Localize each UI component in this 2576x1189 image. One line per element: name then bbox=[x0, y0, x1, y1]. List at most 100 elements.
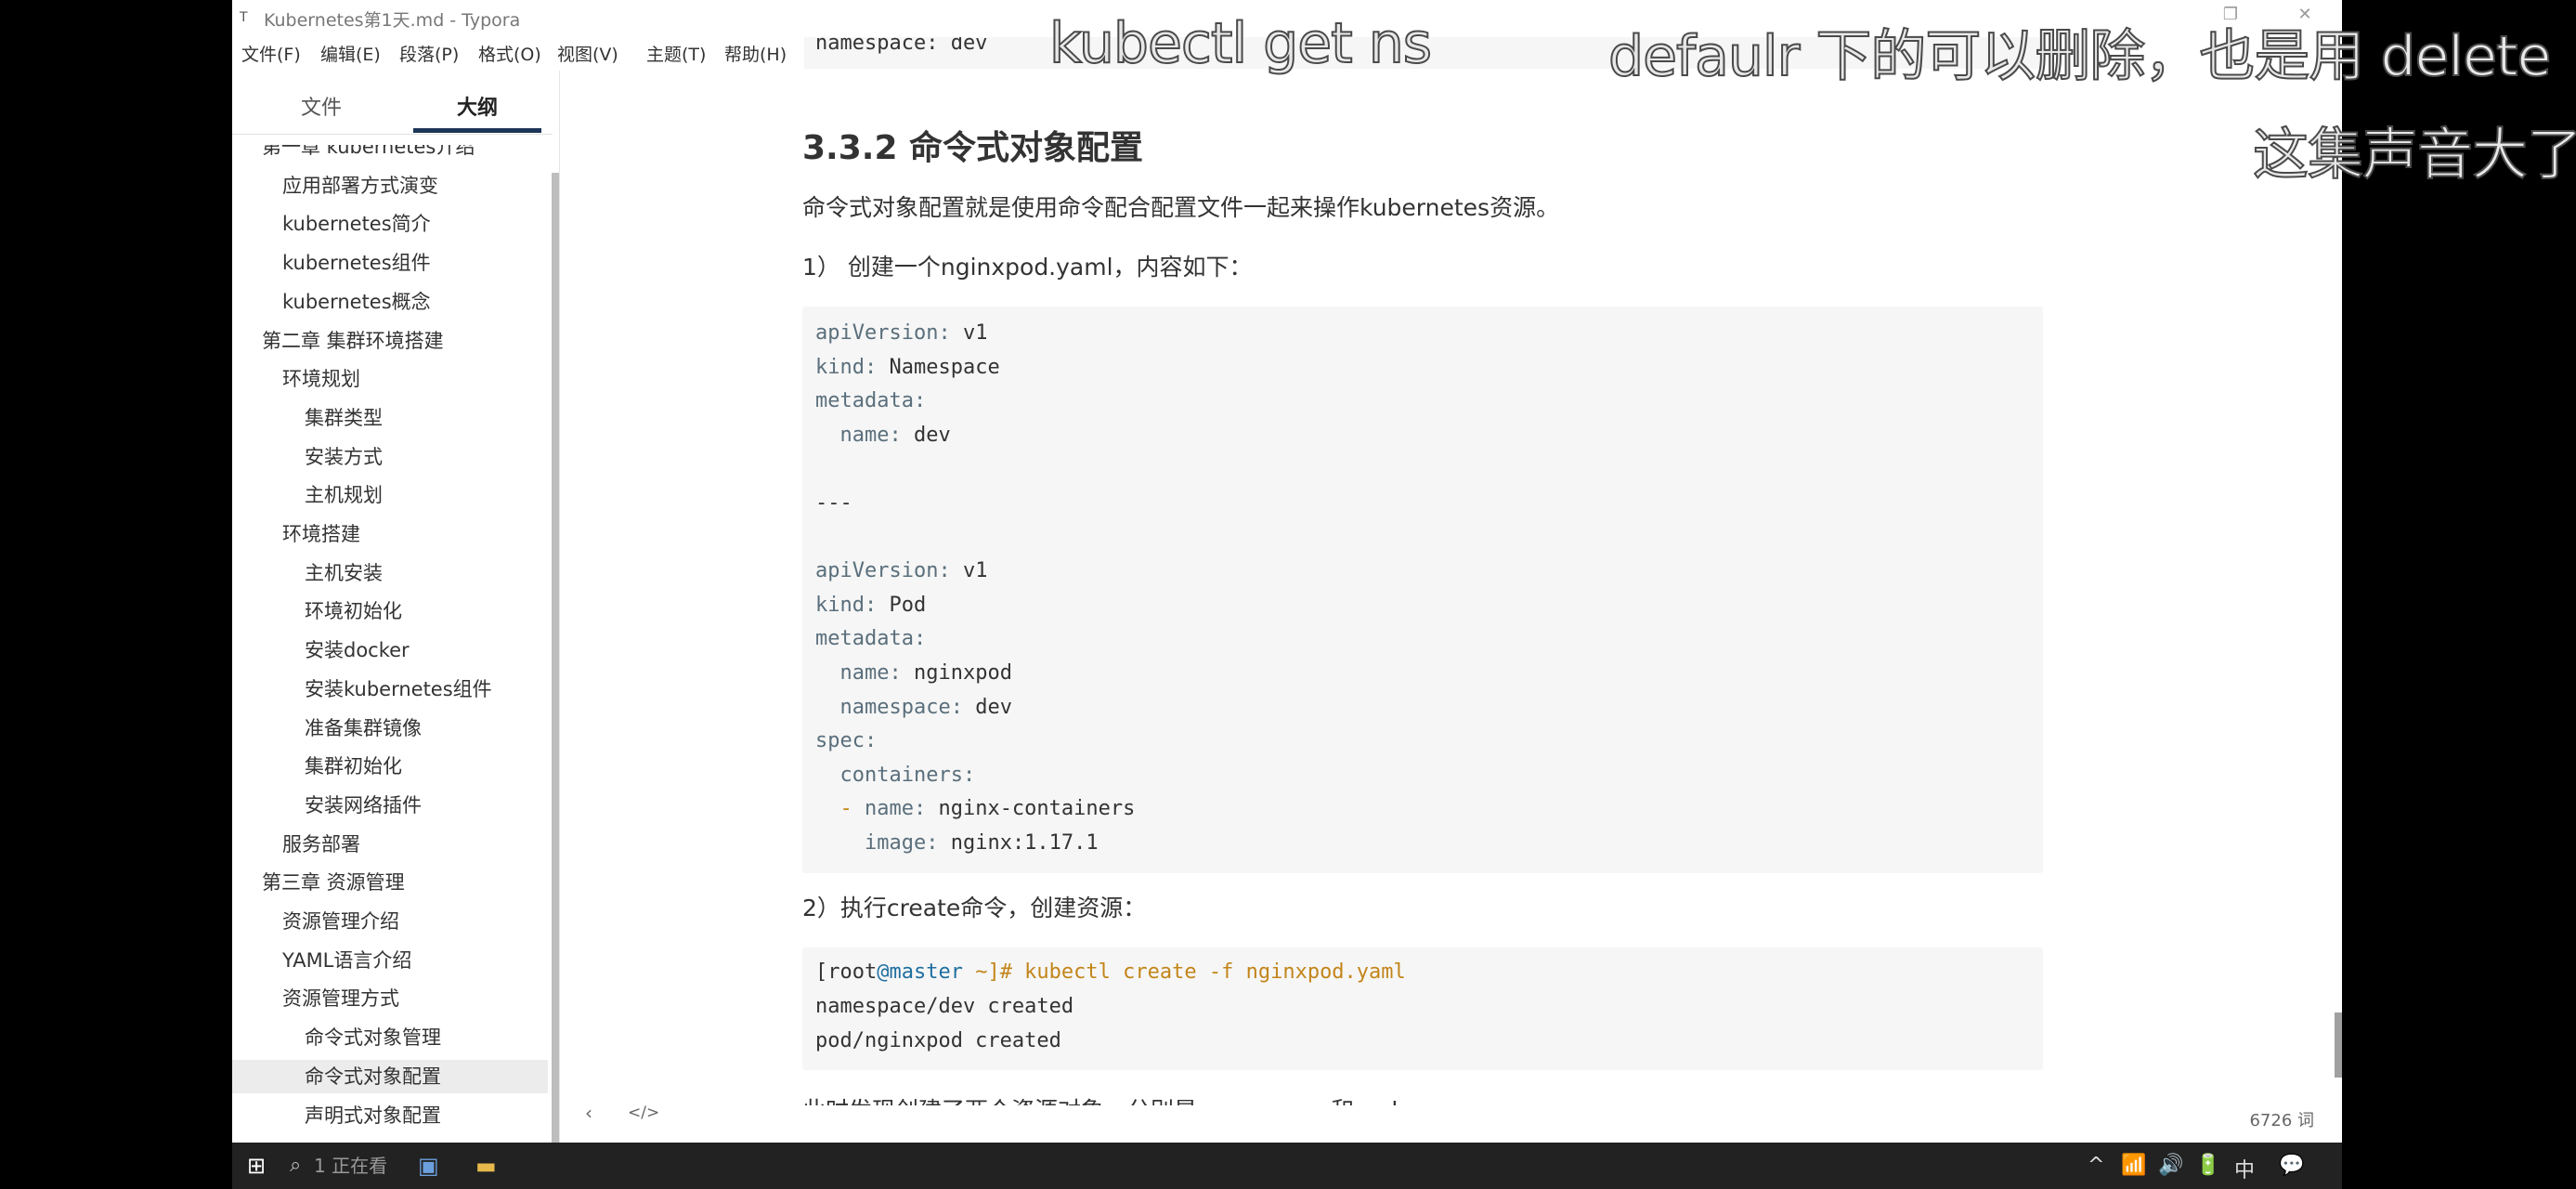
word-count[interactable]: 6726 词 bbox=[2249, 1107, 2314, 1131]
tab-files[interactable]: 文件 bbox=[301, 91, 342, 121]
outline-item[interactable]: 环境规划 bbox=[232, 362, 548, 396]
tray-expand-icon[interactable]: ^ bbox=[2088, 1154, 2104, 1177]
code-line: metadata: bbox=[815, 389, 926, 412]
prompt-user: [root bbox=[815, 960, 878, 984]
notification-icon[interactable]: 💬 bbox=[2279, 1154, 2304, 1177]
outline-item[interactable]: 环境初始化 bbox=[232, 594, 548, 628]
yaml-value: Namespace bbox=[877, 355, 1000, 379]
section-heading: 3.3.2 命令式对象配置 bbox=[802, 129, 1144, 167]
yaml-colon: : bbox=[864, 593, 878, 617]
yaml-code-block[interactable]: apiVersion: v1 kind: Namespace metadata: n… bbox=[802, 307, 2043, 873]
code-line: kind: Namespace bbox=[815, 356, 1000, 379]
outline-item[interactable]: 集群类型 bbox=[232, 401, 548, 435]
outline-item[interactable]: 安装网络插件 bbox=[232, 789, 548, 822]
intro-paragraph: 命令式对象配置就是使用命令配合配置文件一起来操作kubernetes资源。 bbox=[802, 194, 1560, 221]
battery-icon[interactable]: 🔋 bbox=[2195, 1154, 2220, 1177]
outline-item[interactable]: 主机规划 bbox=[232, 478, 548, 512]
yaml-colon: : bbox=[864, 729, 878, 753]
step2-paragraph: 2）执行create命令，创建资源： bbox=[802, 895, 1147, 921]
taskbar: ⊞ ⌕ 1 正在看 ▣ ▬ ^ 📶 🔊 🔋 中 💬 bbox=[232, 1143, 2342, 1189]
folder-icon[interactable]: ▬ bbox=[475, 1152, 497, 1180]
outline-item[interactable]: 安装方式 bbox=[232, 440, 548, 474]
outline-item[interactable]: kubernetes概念 bbox=[232, 285, 548, 319]
shell-command: kubectl create -f nginxpod.yaml bbox=[1011, 960, 1406, 984]
outline-item[interactable]: 应用部署方式演变 bbox=[232, 169, 548, 203]
outline-item[interactable]: 服务部署 bbox=[232, 828, 548, 861]
yaml-value: nginx:1.17.1 bbox=[938, 831, 1099, 855]
outline-item[interactable]: 第一章 kubernetes介绍 bbox=[232, 145, 548, 163]
subtitle-text: 这集声音大了 bbox=[2252, 122, 2576, 189]
sidebar-scrollbar[interactable] bbox=[552, 173, 559, 1143]
code-indent: - bbox=[815, 797, 865, 821]
outline-item[interactable]: 资源管理介绍 bbox=[232, 905, 548, 938]
code-line: --- bbox=[815, 491, 852, 515]
previous-code-text: namespace: dev bbox=[815, 37, 988, 55]
shell-code-block[interactable]: [root@master ~]# kubectl create -f nginx… bbox=[802, 947, 2043, 1070]
yaml-value: dev bbox=[901, 423, 951, 447]
outline-item[interactable]: 第三章 资源管理 bbox=[232, 866, 548, 899]
editor-scrollbar[interactable] bbox=[2335, 1013, 2342, 1078]
outline-item[interactable]: 第二章 集群环境搭建 bbox=[232, 324, 548, 358]
tab-outline[interactable]: 大纲 bbox=[457, 91, 498, 121]
outline-item[interactable]: kubernetes简介 bbox=[232, 207, 548, 241]
yaml-key: name bbox=[839, 423, 890, 447]
outline-item[interactable]: 资源管理方式 bbox=[232, 982, 548, 1015]
yaml-key: apiVersion bbox=[815, 559, 939, 583]
menu-item[interactable]: 编辑(E) bbox=[320, 41, 381, 66]
windows-start-icon[interactable]: ⊞ bbox=[247, 1152, 266, 1180]
volume-icon[interactable]: 🔊 bbox=[2158, 1154, 2183, 1177]
taskbar-search-hint[interactable]: 1 正在看 bbox=[314, 1152, 387, 1180]
code-line: - name: nginx-containers bbox=[815, 797, 1135, 820]
network-icon[interactable]: 📶 bbox=[2121, 1154, 2146, 1177]
code-line: namespace: dev bbox=[815, 696, 1012, 719]
typora-window: T Kubernetes第1天.md - Typora ❐ ✕ 文件(F) 编辑(… bbox=[232, 0, 2342, 1143]
outline-item[interactable]: YAML语言介绍 bbox=[232, 944, 548, 977]
outline-item[interactable]: 安装kubernetes组件 bbox=[232, 673, 548, 706]
yaml-key: apiVersion bbox=[815, 321, 939, 345]
yaml-key: namespace bbox=[839, 695, 951, 719]
outline-item[interactable]: 主机安装 bbox=[232, 556, 548, 590]
outline-item[interactable]: 安装docker bbox=[232, 634, 548, 667]
yaml-key: metadata bbox=[815, 389, 914, 413]
yaml-colon: : bbox=[913, 797, 927, 821]
sidebar-border bbox=[559, 71, 560, 1143]
yaml-colon: : bbox=[950, 695, 963, 719]
yaml-value: Pod bbox=[877, 593, 927, 617]
code-line: apiVersion: v1 bbox=[815, 321, 987, 345]
yaml-key: name bbox=[839, 661, 890, 685]
menu-item[interactable]: 文件(F) bbox=[241, 41, 301, 66]
yaml-value: nginx-containers bbox=[926, 797, 1136, 821]
tab-divider bbox=[232, 134, 553, 135]
outline-item[interactable]: 准备集群镜像 bbox=[232, 712, 548, 745]
outline-item[interactable]: 命令式对象管理 bbox=[232, 1021, 548, 1054]
shell-output-line: namespace/dev created bbox=[815, 995, 1074, 1018]
yaml-colon: : bbox=[938, 559, 951, 583]
code-line: name: nginxpod bbox=[815, 661, 1012, 685]
source-code-icon[interactable]: </> bbox=[628, 1104, 659, 1122]
outline-item[interactable]: 环境搭建 bbox=[232, 517, 548, 551]
yaml-key: metadata bbox=[815, 627, 914, 651]
editor-pane[interactable]: namespace: dev 3.3.2 命令式对象配置 命令式对象配置就是使用… bbox=[561, 37, 2307, 1105]
typora-taskbar-icon[interactable]: ▣ bbox=[418, 1152, 439, 1180]
window-title: Kubernetes第1天.md - Typora bbox=[264, 10, 521, 31]
yaml-colon: : bbox=[889, 661, 902, 685]
yaml-value: dev bbox=[962, 695, 1012, 719]
yaml-colon: : bbox=[926, 831, 939, 855]
outline-item[interactable]: 命令式对象配置 bbox=[232, 1059, 548, 1093]
yaml-key: spec bbox=[815, 729, 865, 753]
typora-app-icon: T bbox=[240, 10, 248, 25]
yaml-key: name bbox=[864, 797, 914, 821]
outline-item[interactable]: 声明式对象配置 bbox=[232, 1099, 548, 1132]
search-icon[interactable]: ⌕ bbox=[290, 1152, 301, 1180]
menu-item[interactable]: 段落(P) bbox=[399, 41, 459, 66]
yaml-value: --- bbox=[815, 491, 852, 515]
yaml-value: v1 bbox=[950, 321, 988, 345]
ime-indicator[interactable]: 中 bbox=[2234, 1154, 2255, 1183]
outline-item[interactable]: 集群初始化 bbox=[232, 750, 548, 783]
menu-item[interactable]: 格式(O) bbox=[478, 41, 541, 66]
step1-paragraph: 1） 创建一个nginxpod.yaml，内容如下： bbox=[802, 254, 1253, 281]
outline-item[interactable]: kubernetes组件 bbox=[232, 246, 548, 280]
yaml-colon: : bbox=[913, 627, 927, 651]
